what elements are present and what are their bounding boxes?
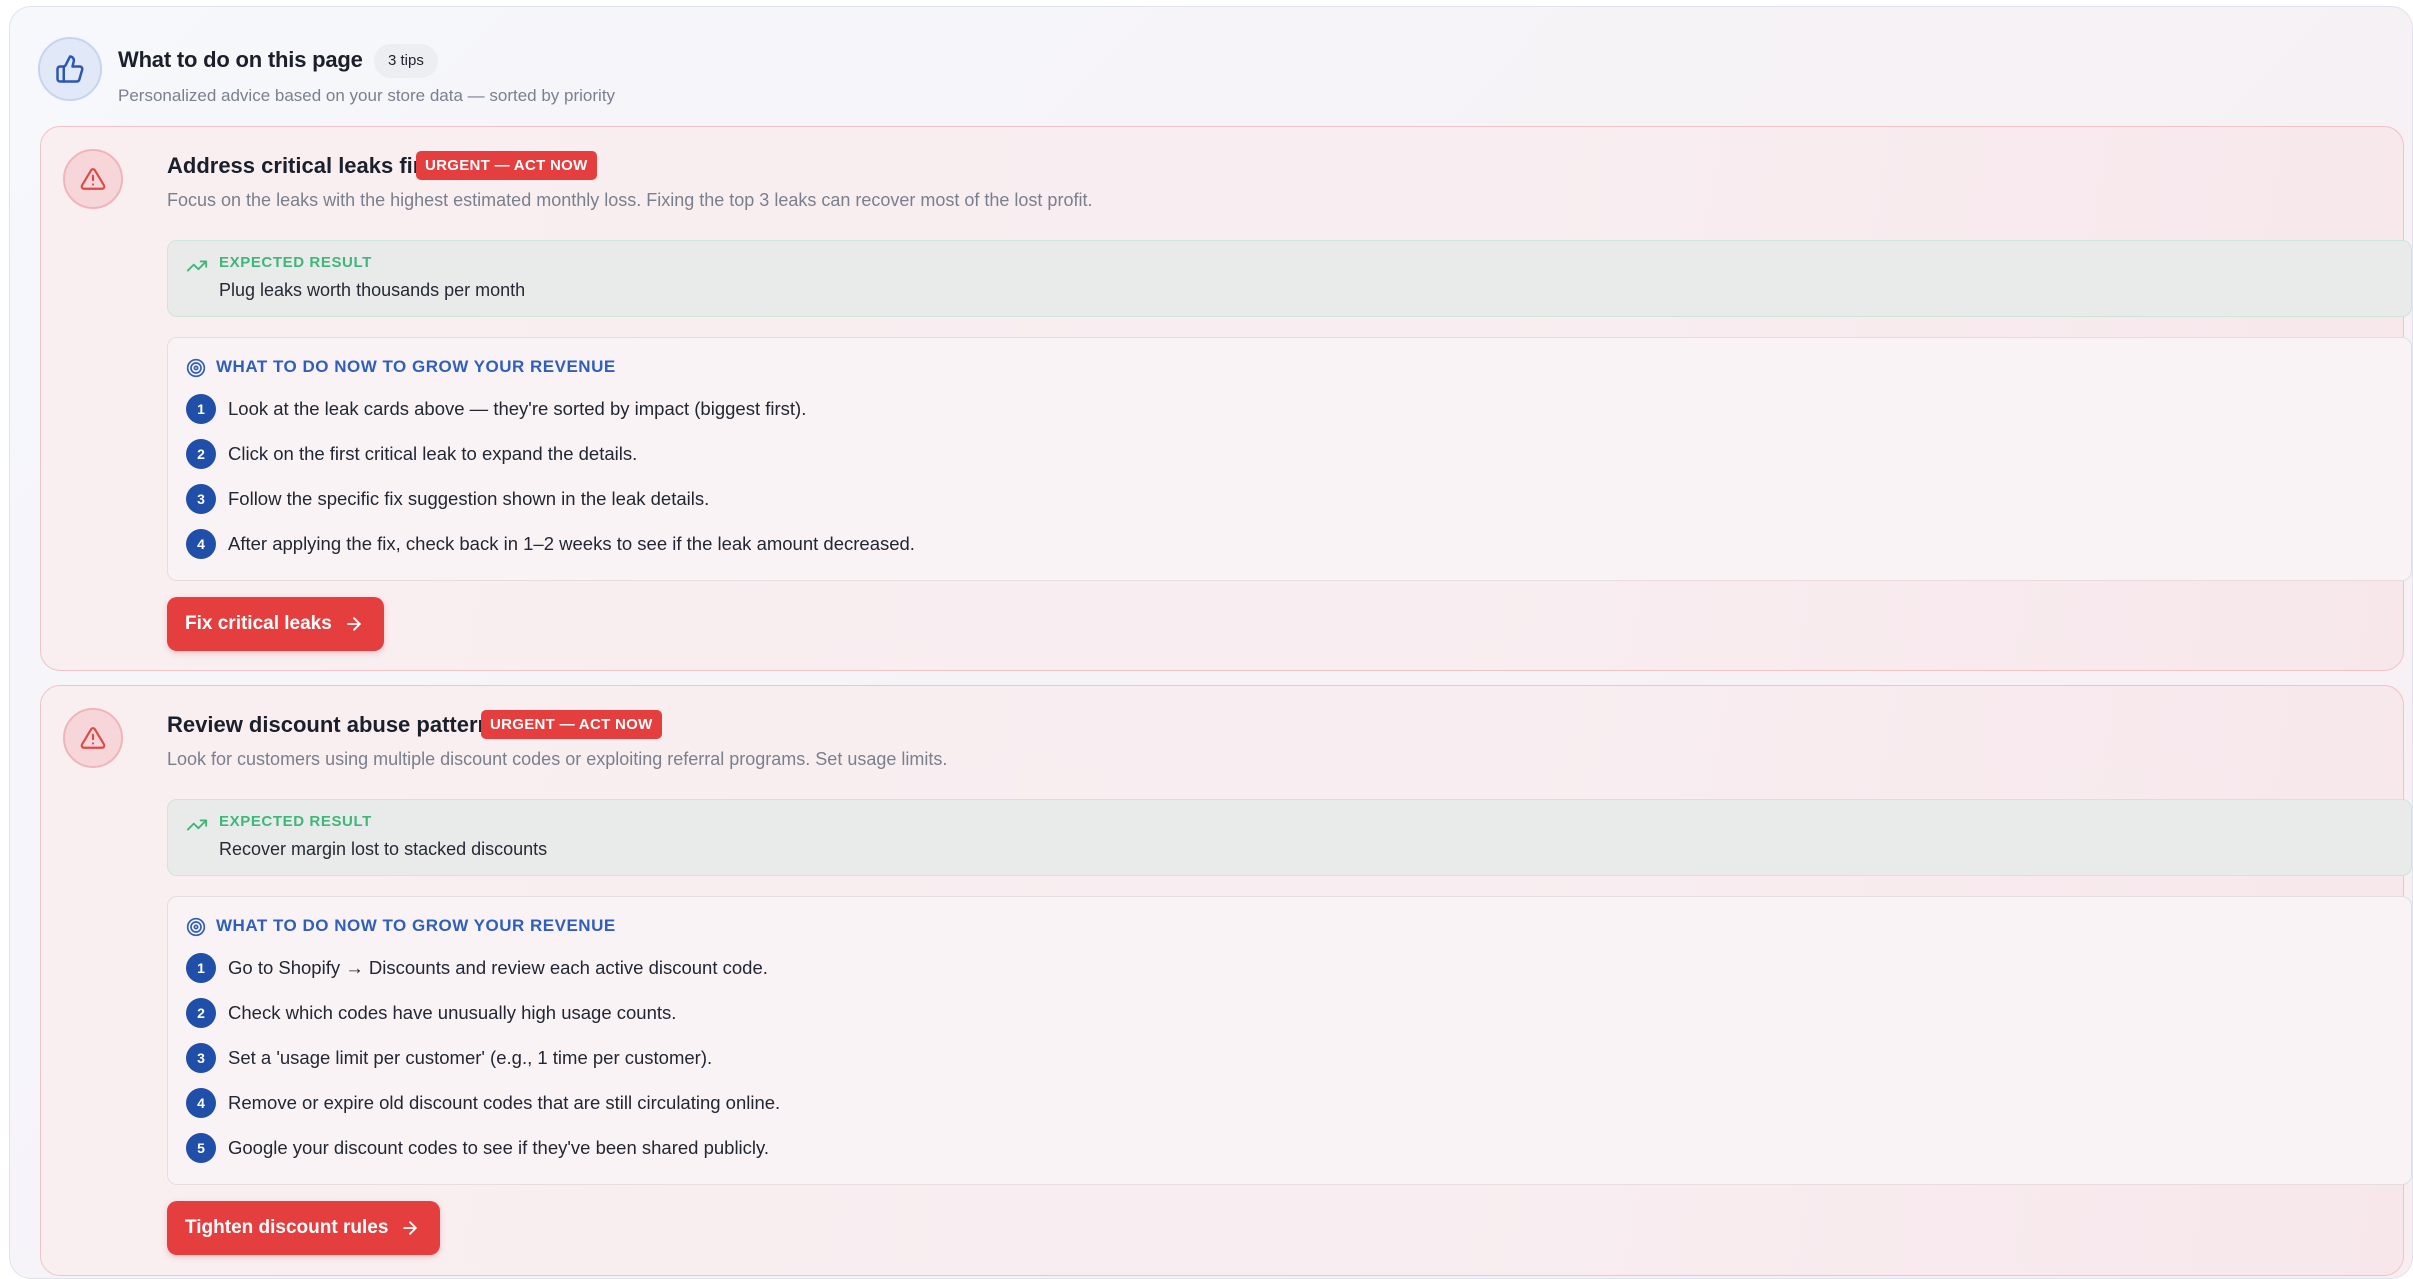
- trending-up-icon: [186, 819, 208, 831]
- tip-card-discount-abuse: Review discount abuse patterns URGENT — …: [40, 685, 2412, 1276]
- button-label: Tighten discount rules: [185, 1217, 389, 1238]
- tip-description: Focus on the leaks with the highest esti…: [167, 190, 1093, 210]
- step-number: 2: [186, 439, 216, 469]
- page-subtitle: Personalized advice based on your store …: [118, 86, 616, 105]
- tip-title: Address critical leaks first: [167, 153, 441, 178]
- step-number: 3: [186, 484, 216, 514]
- step-text: Follow the specific fix suggestion shown…: [228, 488, 710, 509]
- list-item: 4 Remove or expire old discount codes th…: [186, 1088, 780, 1118]
- step-number: 2: [186, 998, 216, 1028]
- step-number: 3: [186, 1043, 216, 1073]
- fix-critical-leaks-button[interactable]: Fix critical leaks: [167, 597, 384, 651]
- advice-panel: What to do on this page 3 tips Personali…: [9, 6, 2413, 1279]
- arrow-right-icon: [403, 1221, 418, 1235]
- list-item: 3 Set a 'usage limit per customer' (e.g.…: [186, 1043, 712, 1073]
- button-label: Fix critical leaks: [185, 613, 332, 634]
- target-icon: [186, 358, 206, 378]
- list-item: 1 Go to Shopify → Discounts and review e…: [186, 953, 768, 983]
- expected-result-label: EXPECTED RESULT: [219, 813, 372, 830]
- list-item: 3 Follow the specific fix suggestion sho…: [186, 484, 709, 514]
- step-text: Set a 'usage limit per customer' (e.g., …: [228, 1047, 713, 1068]
- action-steps-box: WHAT TO DO NOW TO GROW YOUR REVENUE 1 Lo…: [167, 337, 2412, 581]
- action-steps-box: WHAT TO DO NOW TO GROW YOUR REVENUE 1 Go…: [167, 896, 2412, 1185]
- step-number: 1: [186, 953, 216, 983]
- expected-result-label: EXPECTED RESULT: [219, 254, 372, 271]
- step-number: 5: [186, 1133, 216, 1163]
- page-title: What to do on this page: [118, 47, 363, 72]
- step-text: Check which codes have unusually high us…: [228, 1002, 677, 1023]
- step-text: Look at the leak cards above — they're s…: [228, 398, 807, 419]
- target-icon: [186, 917, 206, 937]
- tip-card-critical-leaks: Address critical leaks first URGENT — AC…: [40, 126, 2412, 671]
- step-number: 1: [186, 394, 216, 424]
- alert-triangle-icon: [63, 708, 123, 768]
- action-steps-label: WHAT TO DO NOW TO GROW YOUR REVENUE: [216, 916, 616, 935]
- list-item: 4 After applying the fix, check back in …: [186, 529, 915, 559]
- thumbs-up-icon: [38, 37, 102, 101]
- trending-up-icon: [186, 260, 208, 272]
- step-text: After applying the fix, check back in 1–…: [228, 533, 915, 554]
- tips-count-badge: 3 tips: [374, 44, 438, 78]
- list-item: 1 Look at the leak cards above — they're…: [186, 394, 806, 424]
- list-item: 5 Google your discount codes to see if t…: [186, 1133, 769, 1163]
- step-text: Google your discount codes to see if the…: [228, 1137, 770, 1158]
- urgent-badge: URGENT — ACT NOW: [481, 710, 662, 739]
- expected-result-box: EXPECTED RESULT Plug leaks worth thousan…: [167, 240, 2412, 317]
- step-number: 4: [186, 1088, 216, 1118]
- step-text: Click on the first critical leak to expa…: [228, 443, 638, 464]
- step-text: Go to Shopify → Discounts and review eac…: [228, 957, 768, 978]
- action-steps-label: WHAT TO DO NOW TO GROW YOUR REVENUE: [216, 357, 616, 376]
- expected-result-text: Recover margin lost to stacked discounts: [219, 839, 548, 859]
- tighten-discount-rules-button[interactable]: Tighten discount rules: [167, 1201, 441, 1255]
- arrow-right-icon: [347, 617, 361, 631]
- expected-result-box: EXPECTED RESULT Recover margin lost to s…: [167, 799, 2412, 876]
- step-text: Remove or expire old discount codes that…: [228, 1092, 781, 1113]
- expected-result-text: Plug leaks worth thousands per month: [219, 280, 526, 300]
- tip-title: Review discount abuse patterns: [167, 712, 504, 737]
- step-number: 4: [186, 529, 216, 559]
- list-item: 2 Check which codes have unusually high …: [186, 998, 676, 1028]
- tip-description: Look for customers using multiple discou…: [167, 749, 948, 769]
- alert-triangle-icon: [63, 149, 123, 209]
- urgent-badge: URGENT — ACT NOW: [416, 151, 597, 180]
- list-item: 2 Click on the first critical leak to ex…: [186, 439, 637, 469]
